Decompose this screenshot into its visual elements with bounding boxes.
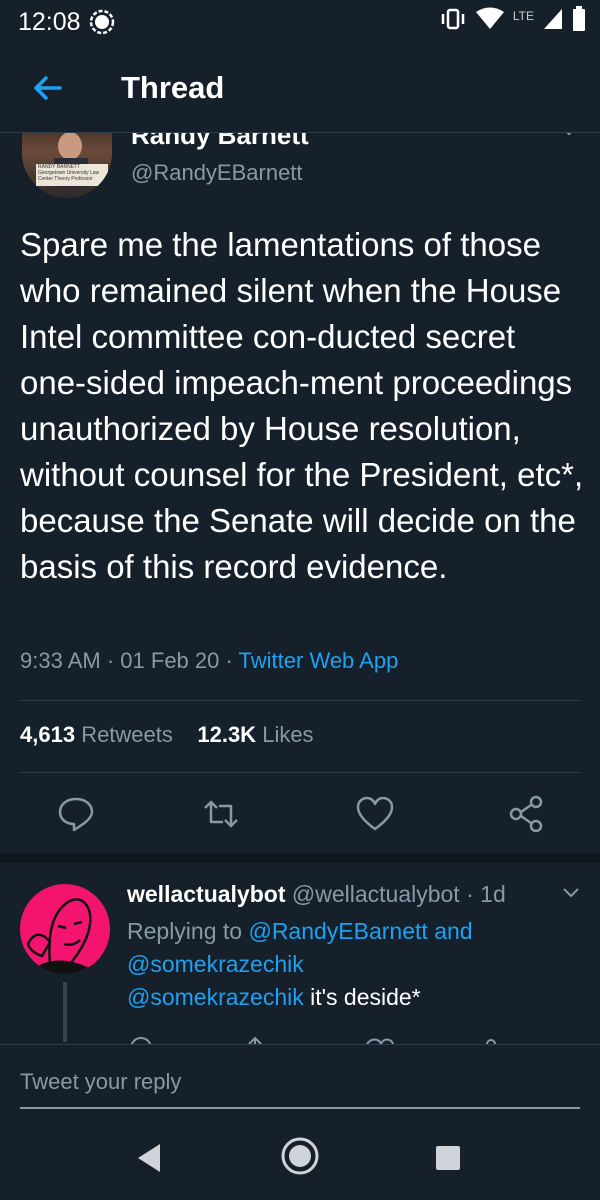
share-icon[interactable] [506,794,546,834]
status-time: 12:08 [18,8,81,36]
status-bar: 12:08 LTE [0,0,600,44]
retweets-count: 4,613 [20,722,76,747]
wifi-icon [475,7,505,36]
replying-and[interactable]: and [434,918,472,944]
reply-actions [127,1032,527,1044]
reply-input[interactable] [20,1069,580,1109]
likes-count: 12.3K [197,722,257,747]
vibrate-icon [439,7,467,36]
reply-compose [0,1044,600,1119]
back-arrow-icon[interactable] [30,70,66,106]
reply-tweet[interactable]: wellactualybot @wellactualybot · 1d Repl… [0,864,600,1044]
nav-back-icon[interactable] [134,1140,164,1181]
thread-header: Thread [0,44,600,133]
tweet-time: 9:33 AM [20,648,101,673]
likes-stat[interactable]: 12.3K Likes [197,722,313,747]
retweets-stat[interactable]: 4,613 Retweets [20,722,173,747]
signal-app-icon [88,8,116,41]
replying-prefix: Replying to [127,918,243,944]
retweet-icon[interactable] [201,794,241,834]
tweet-source-link[interactable]: Twitter Web App [239,648,399,673]
reply-author-name[interactable]: wellactualybot [127,881,285,907]
network-type: LTE [512,8,534,23]
mention-link[interactable]: @somekrazechik [127,984,304,1010]
tweet-author: RANDY BARNETT Georgetown University Law … [0,120,600,210]
reply-text: @somekrazechik it's deside* [127,984,421,1011]
avatar-caption: RANDY BARNETT Georgetown University Law … [36,164,108,186]
tweet-date: 01 Feb 20 [120,648,220,673]
meta-separator: · [106,648,115,673]
chevron-down-icon[interactable] [562,886,580,904]
page-title: Thread [121,70,225,105]
tweet-stats: 4,613 Retweets 12.3K Likes [20,722,314,748]
meta-separator: · [466,881,474,907]
cell-signal-icon [542,7,564,36]
nav-home-icon[interactable] [280,1136,320,1181]
meta-separator: · [225,648,233,673]
reply-header: wellactualybot @wellactualybot · 1d [127,881,506,908]
reply-author-handle[interactable]: @wellactualybot [292,881,460,907]
reply-avatar[interactable] [20,884,110,974]
tweet-actions [0,790,600,840]
reply-icon[interactable] [56,794,96,834]
author-handle[interactable]: @RandyEBarnett [131,160,303,186]
nav-recents-icon[interactable] [434,1144,462,1177]
battery-icon [572,6,586,37]
mention-link[interactable]: @RandyEBarnett [248,918,427,944]
tweet-text: Spare me the lamentations of those who r… [20,226,584,585]
replying-to: Replying to @RandyEBarnett and @somekraz… [127,915,557,981]
mention-link[interactable]: @somekrazechik [127,951,304,977]
tweet-meta: 9:33 AM · 01 Feb 20 · Twitter Web App [20,648,398,674]
likes-label: Likes [262,722,314,747]
reply-age: 1d [480,881,506,907]
android-navbar [0,1118,600,1200]
divider [20,772,580,773]
status-indicators: LTE [439,6,586,37]
like-heart-icon[interactable] [355,794,395,834]
thread-connector-line [63,982,67,1042]
retweets-label: Retweets [81,722,173,747]
divider [20,700,580,701]
section-separator [0,853,600,863]
reply-body-text: it's deside* [303,984,421,1010]
